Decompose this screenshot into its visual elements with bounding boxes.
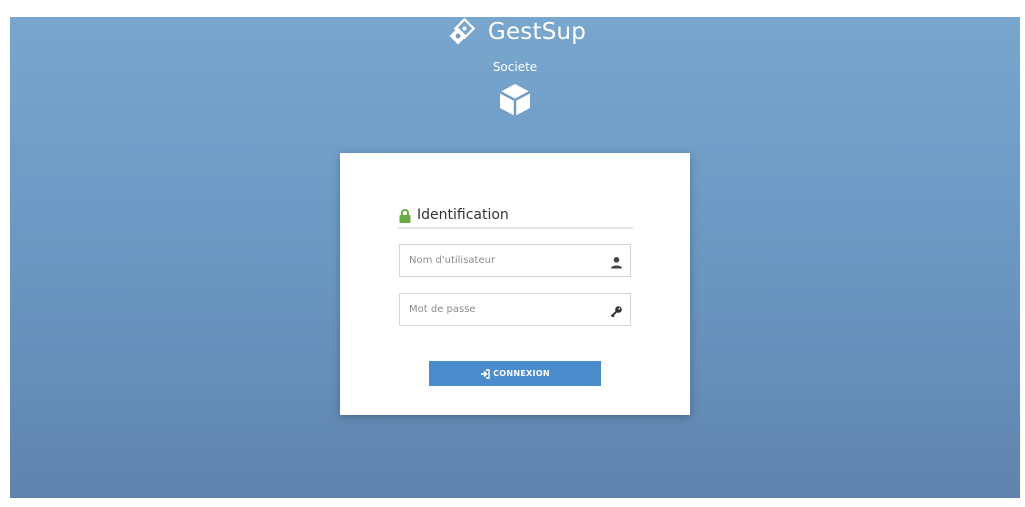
username-field[interactable]: [399, 244, 631, 277]
lock-icon: [399, 208, 411, 223]
key-icon: [610, 303, 623, 318]
login-button-label: CONNEXION: [493, 369, 550, 378]
login-title: Identification: [417, 207, 509, 223]
user-icon: [610, 254, 623, 269]
username-input[interactable]: [400, 245, 609, 276]
login-button[interactable]: CONNEXION: [429, 361, 601, 386]
login-background: GestSup Societe Identification Nom d'uti…: [10, 17, 1020, 498]
login-card-header: Identification: [398, 203, 633, 229]
app-name: GestSup: [487, 19, 587, 45]
company-name: Societe: [492, 60, 538, 74]
gestsup-logo-icon: [444, 17, 482, 47]
password-input[interactable]: [400, 294, 609, 325]
login-card: Identification Nom d'utilisateur CONNEXI…: [340, 153, 690, 415]
page: GestSup Societe Identification Nom d'uti…: [0, 0, 1025, 507]
sign-in-icon: [480, 368, 490, 379]
app-brand: GestSup: [10, 17, 1020, 47]
cube-icon: [498, 82, 532, 118]
password-field[interactable]: [399, 293, 631, 326]
